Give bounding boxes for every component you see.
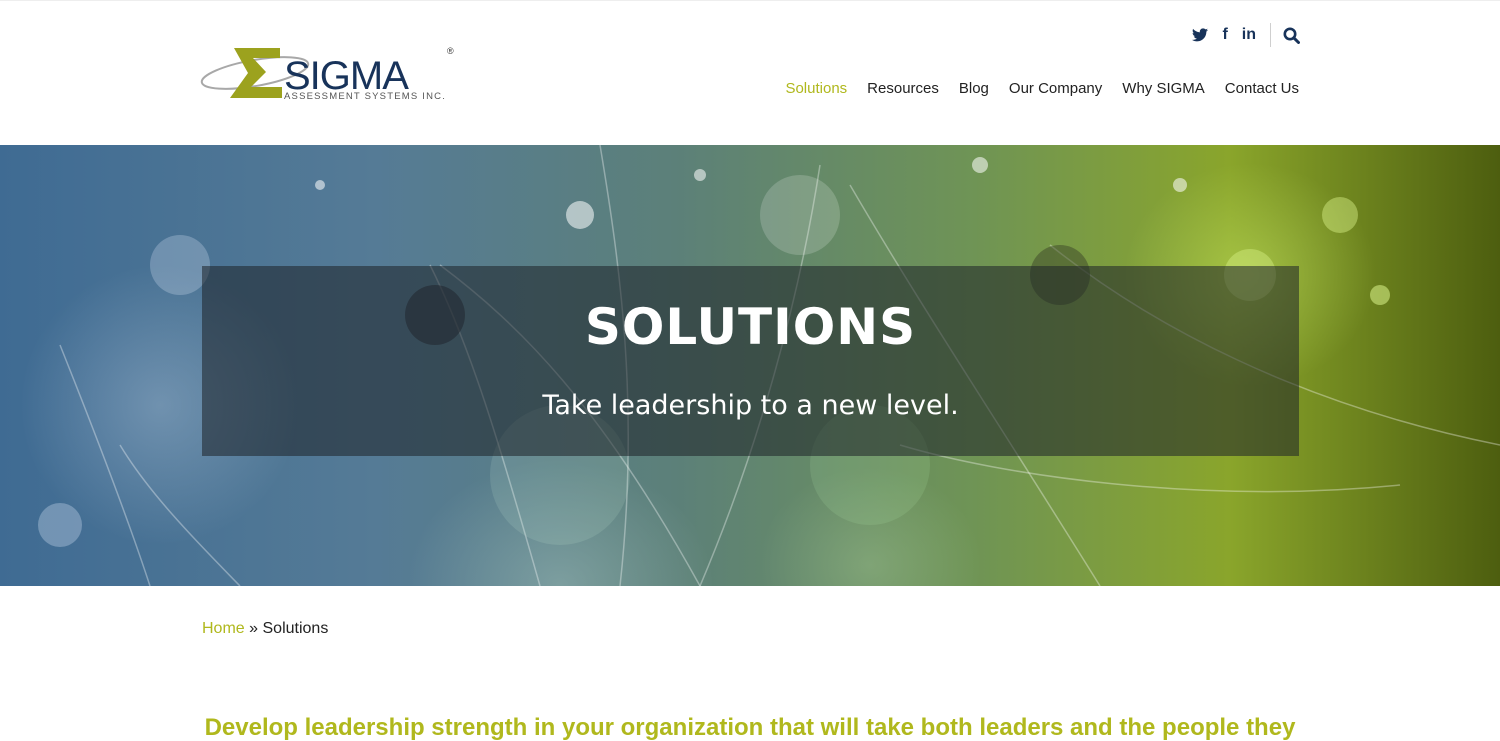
intro-heading: Develop leadership strength in your orga… [204,714,1296,741]
breadcrumb-home-link[interactable]: Home [202,620,245,637]
nav-our-company[interactable]: Our Company [1009,80,1102,97]
site-header: SIGMA ASSESSMENT SYSTEMS INC. ® f in Sol… [0,0,1500,145]
registered-mark: ® [447,46,454,56]
social-divider [1270,23,1271,47]
nav-why-sigma[interactable]: Why SIGMA [1122,80,1205,97]
hero-overlay: SOLUTIONS Take leadership to a new level… [202,266,1299,456]
breadcrumb: Home » Solutions [202,620,328,638]
nav-solutions[interactable]: Solutions [785,80,847,97]
main-nav: Solutions Resources Blog Our Company Why… [765,80,1299,97]
hero-banner: SOLUTIONS Take leadership to a new level… [0,145,1500,586]
twitter-icon-graphic [1192,28,1209,42]
sigma-logo[interactable]: SIGMA ASSESSMENT SYSTEMS INC. [200,43,460,105]
twitter-icon[interactable] [1192,23,1209,47]
nav-contact-us[interactable]: Contact Us [1225,80,1299,97]
hero-title: SOLUTIONS [584,298,917,356]
linkedin-icon[interactable]: in [1242,23,1256,47]
breadcrumb-current: Solutions [262,620,329,637]
page: SIGMA ASSESSMENT SYSTEMS INC. ® f in Sol… [0,0,1500,741]
social-links: f in [1178,23,1300,47]
logo-subtext: ASSESSMENT SYSTEMS INC. [284,91,446,102]
search-icon-graphic [1283,27,1300,44]
hero-subtitle: Take leadership to a new level. [542,390,959,421]
facebook-icon[interactable]: f [1222,23,1227,47]
nav-resources[interactable]: Resources [867,80,939,97]
breadcrumb-separator: » [249,620,259,637]
nav-blog[interactable]: Blog [959,80,989,97]
sigma-logo-graphic: SIGMA ASSESSMENT SYSTEMS INC. [200,48,446,102]
search-icon[interactable] [1283,23,1300,47]
